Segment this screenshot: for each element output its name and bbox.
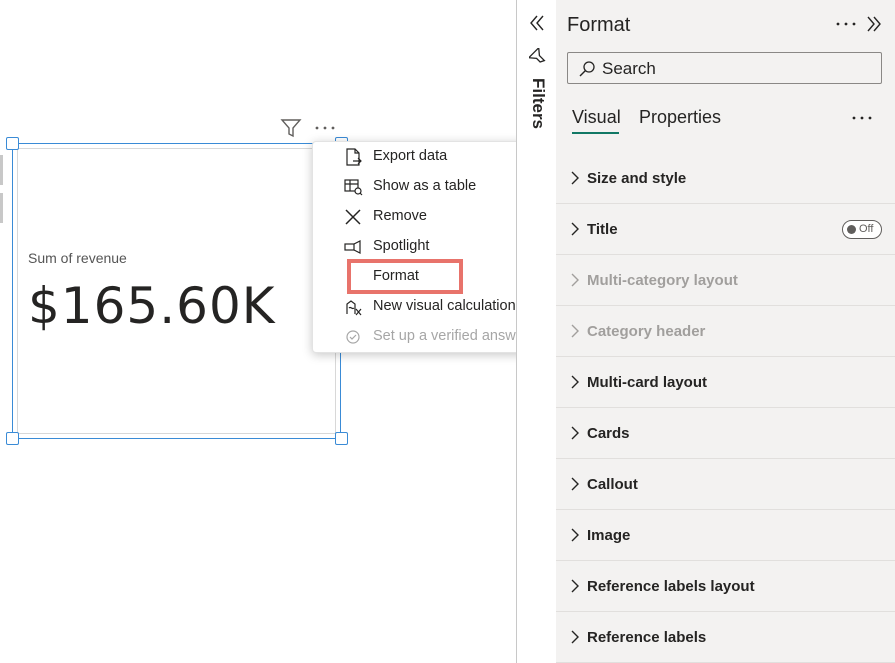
resize-handle-bottom-right[interactable] bbox=[335, 432, 348, 445]
section-label: Image bbox=[587, 527, 631, 544]
chevron-right-icon bbox=[570, 322, 580, 345]
search-box[interactable] bbox=[567, 52, 882, 84]
menu-item-label: Export data bbox=[373, 148, 448, 164]
chevron-right-icon bbox=[570, 628, 580, 651]
chevron-right-icon bbox=[570, 526, 580, 549]
section-label: Multi-category layout bbox=[587, 272, 738, 289]
visual-calculation-icon bbox=[343, 297, 363, 317]
chevron-right-icon bbox=[570, 271, 580, 294]
card-category-label: Sum of revenue bbox=[28, 250, 127, 266]
section-label: Category header bbox=[587, 323, 706, 340]
more-options-icon[interactable] bbox=[314, 118, 336, 143]
menu-item-label: Spotlight bbox=[373, 238, 430, 254]
section-reference-labels[interactable]: Reference labels bbox=[556, 612, 895, 663]
menu-item-label: New visual calculation bbox=[373, 298, 516, 314]
menu-item-label: Set up a verified answer bbox=[373, 328, 529, 344]
search-icon bbox=[578, 60, 596, 83]
title-toggle[interactable]: Off bbox=[842, 220, 882, 239]
section-label: Title bbox=[587, 221, 618, 238]
canvas-edge-tab[interactable] bbox=[0, 193, 3, 223]
more-options-icon[interactable] bbox=[835, 14, 857, 39]
spotlight-icon bbox=[343, 237, 363, 257]
expand-filters-icon[interactable] bbox=[527, 13, 547, 38]
section-multi-category-layout[interactable]: Multi-category layout bbox=[556, 255, 895, 306]
section-label: Callout bbox=[587, 476, 638, 493]
remove-icon bbox=[343, 207, 363, 227]
format-pane: Format Visual Properties Size and style T… bbox=[556, 0, 895, 663]
menu-item-label: Format bbox=[373, 268, 419, 284]
tab-properties[interactable]: Properties bbox=[639, 107, 721, 128]
resize-handle-top-left[interactable] bbox=[6, 137, 19, 150]
section-category-header[interactable]: Category header bbox=[556, 306, 895, 357]
chevron-right-icon bbox=[570, 220, 580, 243]
chevron-right-icon bbox=[570, 577, 580, 600]
search-input[interactable] bbox=[602, 59, 872, 79]
filters-label[interactable]: Filters bbox=[528, 78, 548, 129]
chevron-right-icon bbox=[570, 169, 580, 192]
filter-icon[interactable] bbox=[280, 118, 302, 143]
toggle-knob bbox=[847, 225, 856, 234]
tab-visual[interactable]: Visual bbox=[572, 107, 621, 128]
menu-item-label: Remove bbox=[373, 208, 427, 224]
menu-item-label: Show as a table bbox=[373, 178, 477, 194]
chevron-right-icon bbox=[570, 373, 580, 396]
section-reference-labels-layout[interactable]: Reference labels layout bbox=[556, 561, 895, 612]
canvas-edge-tab[interactable] bbox=[0, 155, 3, 185]
verified-answer-icon bbox=[343, 327, 363, 347]
toggle-label: Off bbox=[859, 223, 874, 235]
active-tab-indicator bbox=[572, 132, 619, 134]
section-multi-card-layout[interactable]: Multi-card layout bbox=[556, 357, 895, 408]
collapse-pane-icon[interactable] bbox=[864, 14, 884, 39]
section-callout[interactable]: Callout bbox=[556, 459, 895, 510]
section-title[interactable]: Title Off bbox=[556, 204, 895, 255]
section-label: Size and style bbox=[587, 170, 687, 187]
section-label: Multi-card layout bbox=[587, 374, 708, 391]
filters-pane-collapsed: Filters bbox=[516, 0, 556, 663]
show-as-table-icon bbox=[343, 177, 363, 197]
pane-title: Format bbox=[567, 14, 631, 36]
section-label: Reference labels bbox=[587, 629, 707, 646]
section-label: Reference labels layout bbox=[587, 578, 755, 595]
section-size-and-style[interactable]: Size and style bbox=[556, 153, 895, 204]
section-cards[interactable]: Cards bbox=[556, 408, 895, 459]
section-image[interactable]: Image bbox=[556, 510, 895, 561]
card-value: $165.60K bbox=[28, 277, 276, 335]
tab-more-options-icon[interactable] bbox=[851, 108, 873, 133]
chevron-right-icon bbox=[570, 475, 580, 498]
section-label: Cards bbox=[587, 425, 630, 442]
filter-icon bbox=[527, 46, 547, 71]
resize-handle-bottom-left[interactable] bbox=[6, 432, 19, 445]
chevron-right-icon bbox=[570, 424, 580, 447]
export-data-icon bbox=[343, 147, 363, 167]
